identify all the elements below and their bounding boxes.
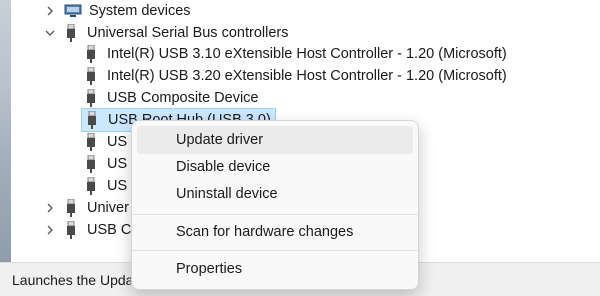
tree-item-usb-child[interactable]: US — [83, 175, 127, 197]
tree-item-label: Intel(R) USB 3.10 eXtensible Host Contro… — [107, 46, 507, 62]
usb-plug-icon — [84, 111, 100, 129]
menu-item-update-driver[interactable]: Update driver — [137, 126, 413, 154]
chevron-right-icon[interactable] — [43, 4, 57, 18]
tree-item-label: US — [107, 156, 128, 172]
usb-plug-icon — [83, 45, 99, 63]
tree-item-system-devices[interactable]: System devices — [43, 0, 191, 22]
tree-item-usb-child[interactable]: US — [83, 131, 127, 153]
desktop-background-strip — [0, 0, 11, 262]
tree-item-label: US — [107, 134, 128, 150]
tree-item-usb-child[interactable]: US — [83, 153, 127, 175]
tree-item-label: Intel(R) USB 3.20 eXtensible Host Contro… — [107, 68, 507, 84]
tree-item-label: Universal Serial Bus controllers — [87, 25, 289, 41]
menu-item-label: Update driver — [176, 132, 264, 148]
usb-plug-icon — [83, 89, 99, 107]
usb-plug-icon — [83, 67, 99, 85]
menu-separator — [132, 214, 418, 215]
system-devices-icon — [63, 2, 83, 20]
menu-item-label: Properties — [176, 261, 243, 277]
menu-item-label: Disable device — [176, 159, 271, 175]
context-menu: Update driver Disable device Uninstall d… — [131, 120, 419, 290]
tree-item-usb-child[interactable]: Intel(R) USB 3.20 eXtensible Host Contro… — [83, 65, 507, 87]
usb-plug-icon — [83, 155, 99, 173]
menu-item-scan-hardware[interactable]: Scan for hardware changes — [137, 218, 413, 246]
chevron-down-icon[interactable] — [43, 26, 57, 40]
usb-plug-icon — [83, 177, 99, 195]
tree-item-category[interactable]: Univer — [43, 197, 129, 219]
menu-item-uninstall-device[interactable]: Uninstall device — [137, 180, 413, 208]
usb-plug-icon — [63, 221, 79, 239]
chevron-right-icon[interactable] — [43, 223, 57, 237]
menu-item-disable-device[interactable]: Disable device — [137, 153, 413, 181]
menu-item-label: Scan for hardware changes — [176, 224, 354, 240]
tree-item-usb-controllers[interactable]: Universal Serial Bus controllers — [43, 22, 288, 44]
chevron-right-icon[interactable] — [43, 201, 57, 215]
tree-item-label: Univer — [87, 200, 129, 216]
menu-item-label: Uninstall device — [176, 186, 278, 202]
tree-item-label: US — [107, 178, 128, 194]
tree-item-label: USB Composite Device — [107, 90, 259, 106]
usb-plug-icon — [83, 133, 99, 151]
usb-plug-icon — [63, 199, 79, 217]
tree-item-usb-child[interactable]: Intel(R) USB 3.10 eXtensible Host Contro… — [83, 43, 507, 65]
usb-plug-icon — [63, 24, 79, 42]
menu-separator — [132, 250, 418, 251]
tree-item-usb-child[interactable]: USB Composite Device — [83, 87, 259, 109]
tree-item-category[interactable]: USB Co — [43, 219, 139, 241]
menu-item-properties[interactable]: Properties — [137, 255, 413, 283]
status-text: Launches the Upda — [12, 271, 134, 288]
tree-item-label: System devices — [89, 3, 191, 19]
